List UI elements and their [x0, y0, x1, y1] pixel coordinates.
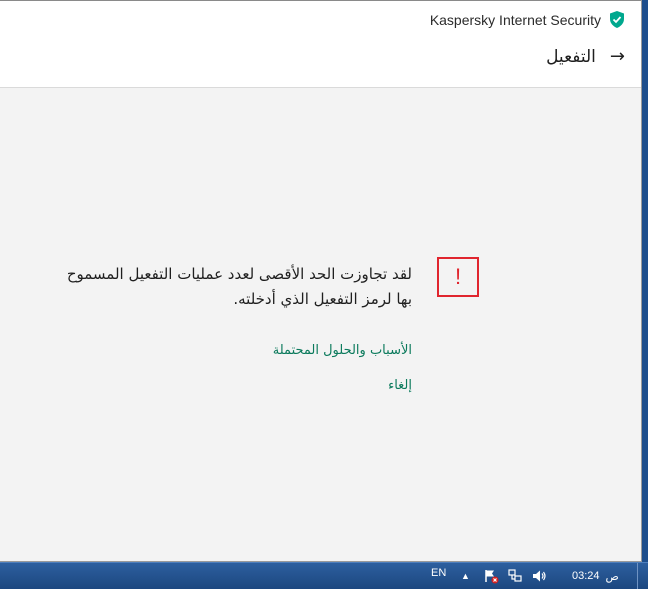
back-arrow-icon[interactable]: → — [610, 47, 625, 67]
page-header: → التفعيل — [546, 47, 625, 68]
error-message-line-2: بها لرمز التفعيل الذي أدخلته. — [233, 290, 412, 308]
network-icon[interactable] — [507, 563, 523, 589]
volume-icon[interactable] — [531, 563, 547, 589]
clock-ampm: ص — [605, 570, 619, 583]
app-title: Kaspersky Internet Security — [430, 11, 625, 28]
title-bar: Kaspersky Internet Security → التفعيل — [0, 1, 641, 88]
cancel-link[interactable]: إلغاء — [388, 378, 412, 393]
language-indicator[interactable]: EN — [431, 560, 446, 586]
app-title-text: Kaspersky Internet Security — [429, 11, 601, 28]
clock-time: 03:24 — [572, 570, 600, 582]
system-clock[interactable]: 03:24 ص — [572, 563, 619, 589]
taskbar: EN ▲ 03:24 ص — [0, 562, 648, 589]
error-icon: ! — [437, 257, 479, 297]
error-message: لقد تجاوزت الحد الأقصى لعدد عمليات التفع… — [20, 262, 412, 312]
kaspersky-window: Kaspersky Internet Security → التفعيل ! … — [0, 0, 642, 562]
show-desktop-button[interactable] — [637, 563, 648, 589]
kaspersky-shield-icon — [610, 11, 624, 28]
show-hidden-icons-arrow[interactable]: ▲ — [461, 563, 470, 589]
error-message-line-1: لقد تجاوزت الحد الأقصى لعدد عمليات التفع… — [66, 265, 412, 283]
page-title: التفعيل — [546, 47, 596, 67]
reasons-and-solutions-link[interactable]: الأسباب والحلول المحتملة — [273, 343, 412, 358]
action-center-flag-icon[interactable] — [483, 563, 499, 589]
